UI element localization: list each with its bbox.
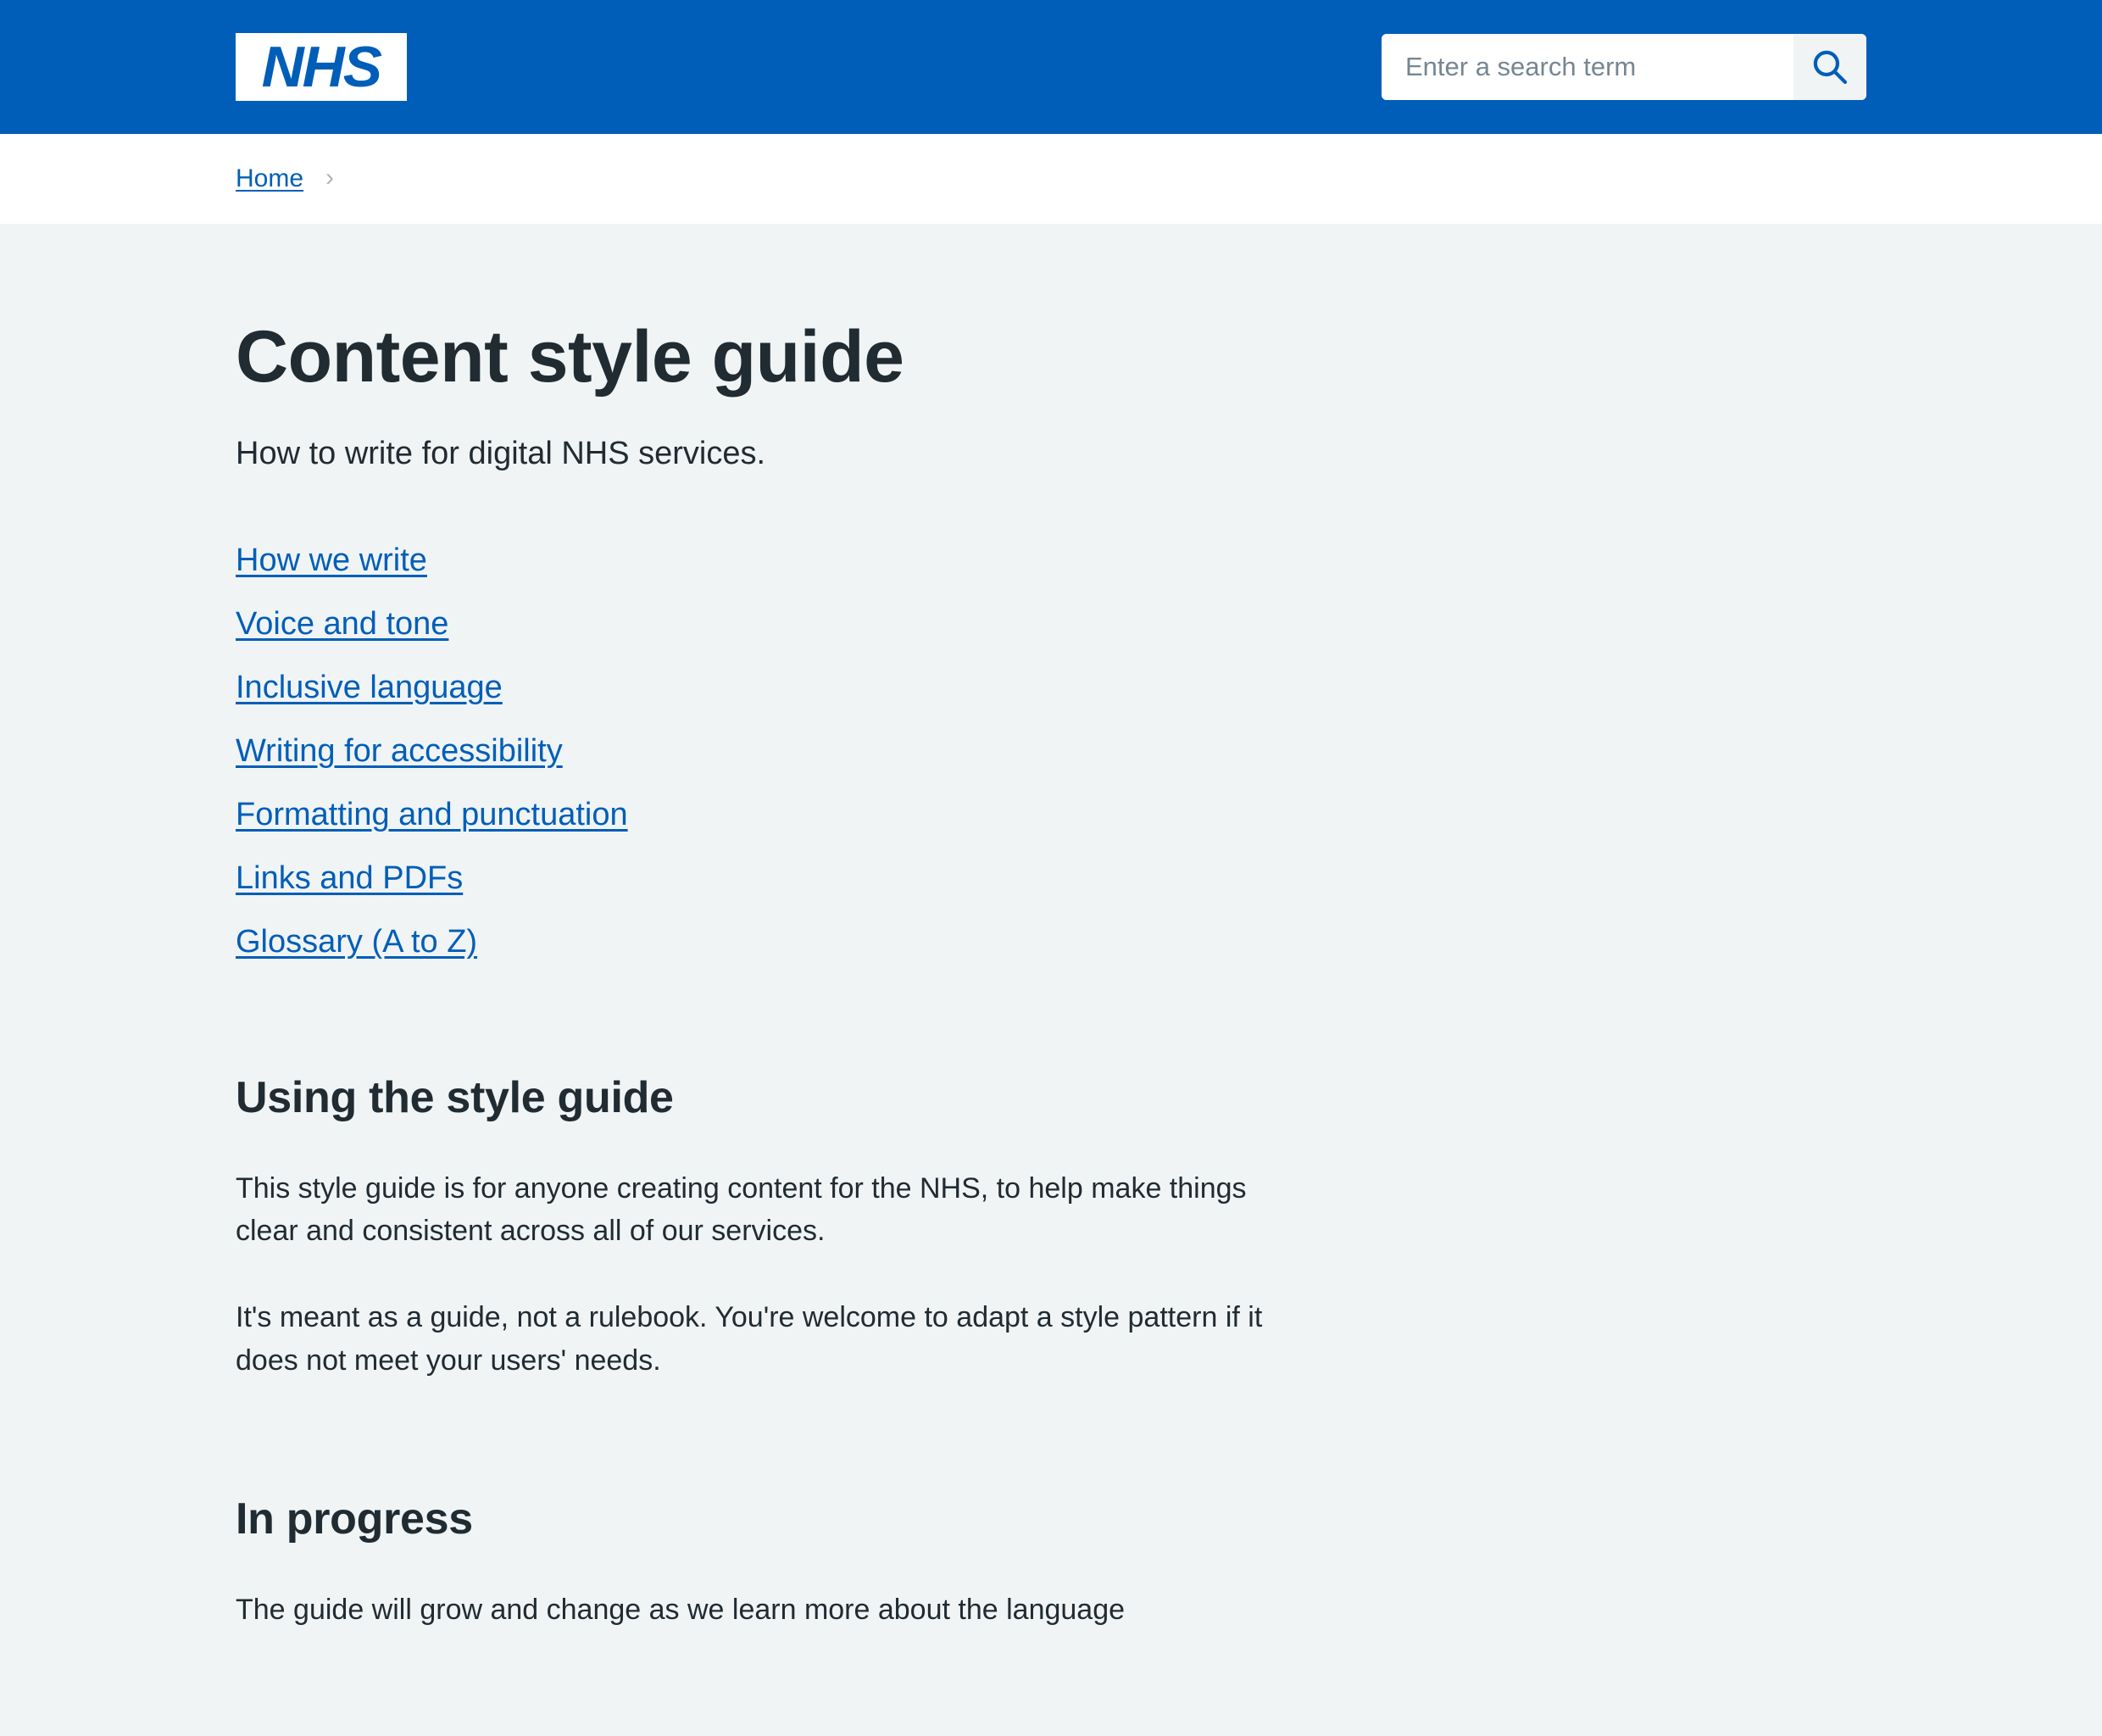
section-paragraph: The guide will grow and change as we lea… [236,1594,1126,1627]
section-heading-in-progress: In progress [236,1494,473,1544]
breadcrumb: Home › [0,164,570,193]
section-paragraph: It's meant as a guide, not a rulebook. Y… [236,1301,1263,1377]
breadcrumb-item-home[interactable]: Home [236,164,303,193]
link-voice-and-tone[interactable]: Voice and tone [236,606,448,642]
section-paragraph: This style guide is for anyone creating … [236,1171,1247,1248]
guide-section-links: How we write Voice and tone Inclusive la… [236,542,1866,960]
page-subtitle: How to write for digital NHS services. [236,435,766,471]
list-item: Inclusive language [236,670,1866,706]
breadcrumb-band: Home › [0,134,2102,224]
list-item: How we write [236,542,1866,579]
search-input[interactable] [1382,34,1793,100]
link-inclusive-language[interactable]: Inclusive language [236,670,503,705]
search-icon [1811,48,1849,86]
search-box [1382,34,1866,100]
section-heading-using-the-style-guide: Using the style guide [236,1072,674,1122]
nhs-logo-text: NHS [261,35,382,99]
list-item: Writing for accessibility [236,733,1866,770]
link-links-and-pdfs[interactable]: Links and PDFs [236,860,463,896]
main-content: Content style guide How to write for dig… [0,224,2102,1736]
section-using-the-style-guide: Using the style guide This style guide i… [236,1072,1866,1382]
site-header: NHS [0,0,2102,134]
header-inner: NHS [0,33,2102,101]
list-item: Formatting and punctuation [236,797,1866,833]
section-in-progress: In progress The guide will grow and chan… [236,1494,1866,1631]
chevron-right-icon: › [325,164,335,192]
page-title: Content style guide [236,316,904,398]
search-button[interactable] [1793,34,1866,100]
link-formatting-and-punctuation[interactable]: Formatting and punctuation [236,797,628,832]
link-how-we-write[interactable]: How we write [236,542,427,578]
link-glossary[interactable]: Glossary (A to Z) [236,924,477,960]
list-item: Links and PDFs [236,860,1866,897]
nhs-logo[interactable]: NHS [236,33,407,101]
list-item: Voice and tone [236,606,1866,643]
list-item: Glossary (A to Z) [236,924,1866,960]
link-writing-for-accessibility[interactable]: Writing for accessibility [236,733,563,769]
